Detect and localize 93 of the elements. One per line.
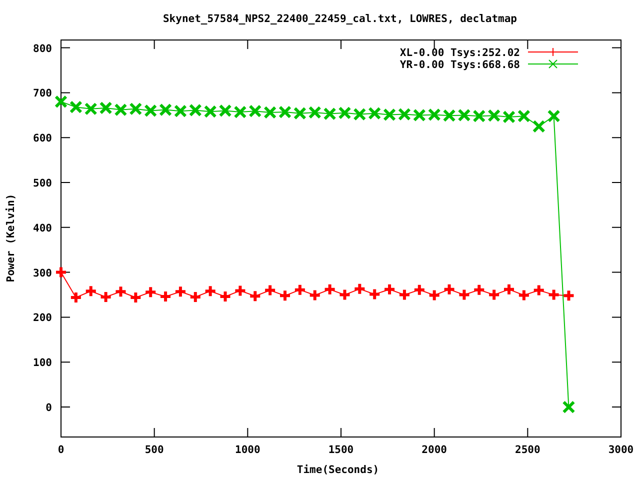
tick-label: 500 xyxy=(144,444,164,456)
tick-label: 300 xyxy=(33,267,52,280)
chart-title: Skynet_57584_NPS2_22400_22459_cal.txt, LOWRES, declatmap xyxy=(163,13,517,25)
data-point xyxy=(54,266,68,279)
data-point xyxy=(547,110,560,123)
tick-label: 400 xyxy=(33,222,52,234)
data-point xyxy=(144,104,158,118)
data-point xyxy=(353,282,366,296)
data-point xyxy=(458,288,471,302)
data-point xyxy=(159,290,172,304)
data-point xyxy=(218,104,232,118)
data-point xyxy=(412,108,426,122)
data-point xyxy=(458,108,471,122)
data-point xyxy=(532,284,546,297)
tick-label: 800 xyxy=(33,42,52,55)
data-point xyxy=(278,106,292,119)
tick-label: 0 xyxy=(46,402,52,414)
tick-label: 3000 xyxy=(608,444,634,456)
data-point xyxy=(308,288,322,302)
data-point xyxy=(204,284,217,298)
tick-label: 1000 xyxy=(235,444,260,456)
tick-label: 500 xyxy=(33,178,52,190)
data-point xyxy=(129,290,142,304)
data-point xyxy=(204,105,217,118)
data-point xyxy=(99,101,112,114)
data-point xyxy=(293,283,306,296)
data-point xyxy=(562,289,576,302)
data-point xyxy=(234,284,247,298)
data-point xyxy=(428,108,441,122)
data-point xyxy=(144,286,158,299)
data-point xyxy=(383,282,396,296)
data-point xyxy=(338,106,352,120)
data-point xyxy=(264,106,277,119)
tick-label: 2000 xyxy=(422,444,447,456)
tick-label: 1500 xyxy=(328,444,354,456)
data-point xyxy=(218,290,232,304)
data-point xyxy=(293,106,306,120)
data-point xyxy=(398,108,411,121)
data-point xyxy=(532,120,546,133)
data-point xyxy=(264,284,277,297)
data-point xyxy=(368,288,382,301)
data-point xyxy=(308,106,322,119)
data-point xyxy=(502,110,516,124)
data-point xyxy=(129,102,142,116)
data-point xyxy=(412,283,426,296)
data-point xyxy=(174,285,187,298)
data-point xyxy=(84,102,98,116)
data-point xyxy=(248,104,262,118)
data-point xyxy=(99,290,112,304)
data-point xyxy=(472,283,486,296)
data-point xyxy=(174,104,187,118)
data-point xyxy=(323,282,336,296)
data-point xyxy=(488,288,501,302)
data-point xyxy=(517,288,530,302)
tick-label: 600 xyxy=(33,132,52,145)
data-point xyxy=(248,290,262,303)
data-point xyxy=(428,288,441,302)
tick-label: 100 xyxy=(33,357,52,370)
legend-label: XL-0.00 Tsys:252.02 xyxy=(400,47,520,59)
data-point xyxy=(547,288,560,302)
data-point xyxy=(442,282,456,296)
data-point xyxy=(323,107,336,120)
data-point xyxy=(188,104,202,117)
data-point xyxy=(159,103,172,116)
data-point xyxy=(278,289,292,302)
data-point xyxy=(502,282,516,296)
tick-label: 0 xyxy=(58,444,64,456)
data-point xyxy=(188,290,202,304)
data-point xyxy=(517,110,530,123)
legend-label: YR-0.00 Tsys:668.68 xyxy=(400,59,520,71)
data-point xyxy=(353,108,366,121)
data-point xyxy=(442,109,456,122)
data-point xyxy=(54,95,68,108)
tick-label: 2500 xyxy=(515,444,540,456)
data-point xyxy=(368,106,382,120)
data-point xyxy=(383,108,396,122)
legend-sample xyxy=(528,60,578,68)
y-axis-label: Power (Kelvin) xyxy=(5,194,17,282)
data-point xyxy=(234,106,247,119)
data-point xyxy=(114,103,128,116)
data-point xyxy=(69,290,82,304)
data-point xyxy=(398,288,411,302)
tick-label: 200 xyxy=(33,312,52,324)
x-axis-label: Time(Seconds) xyxy=(296,464,380,476)
data-point xyxy=(338,288,352,302)
data-point xyxy=(114,285,128,298)
data-point xyxy=(472,110,486,123)
data-point xyxy=(84,284,98,298)
legend-sample xyxy=(528,48,578,56)
data-point xyxy=(562,400,576,414)
data-point xyxy=(69,100,82,114)
data-point xyxy=(488,109,501,122)
tick-label: 700 xyxy=(33,88,52,100)
